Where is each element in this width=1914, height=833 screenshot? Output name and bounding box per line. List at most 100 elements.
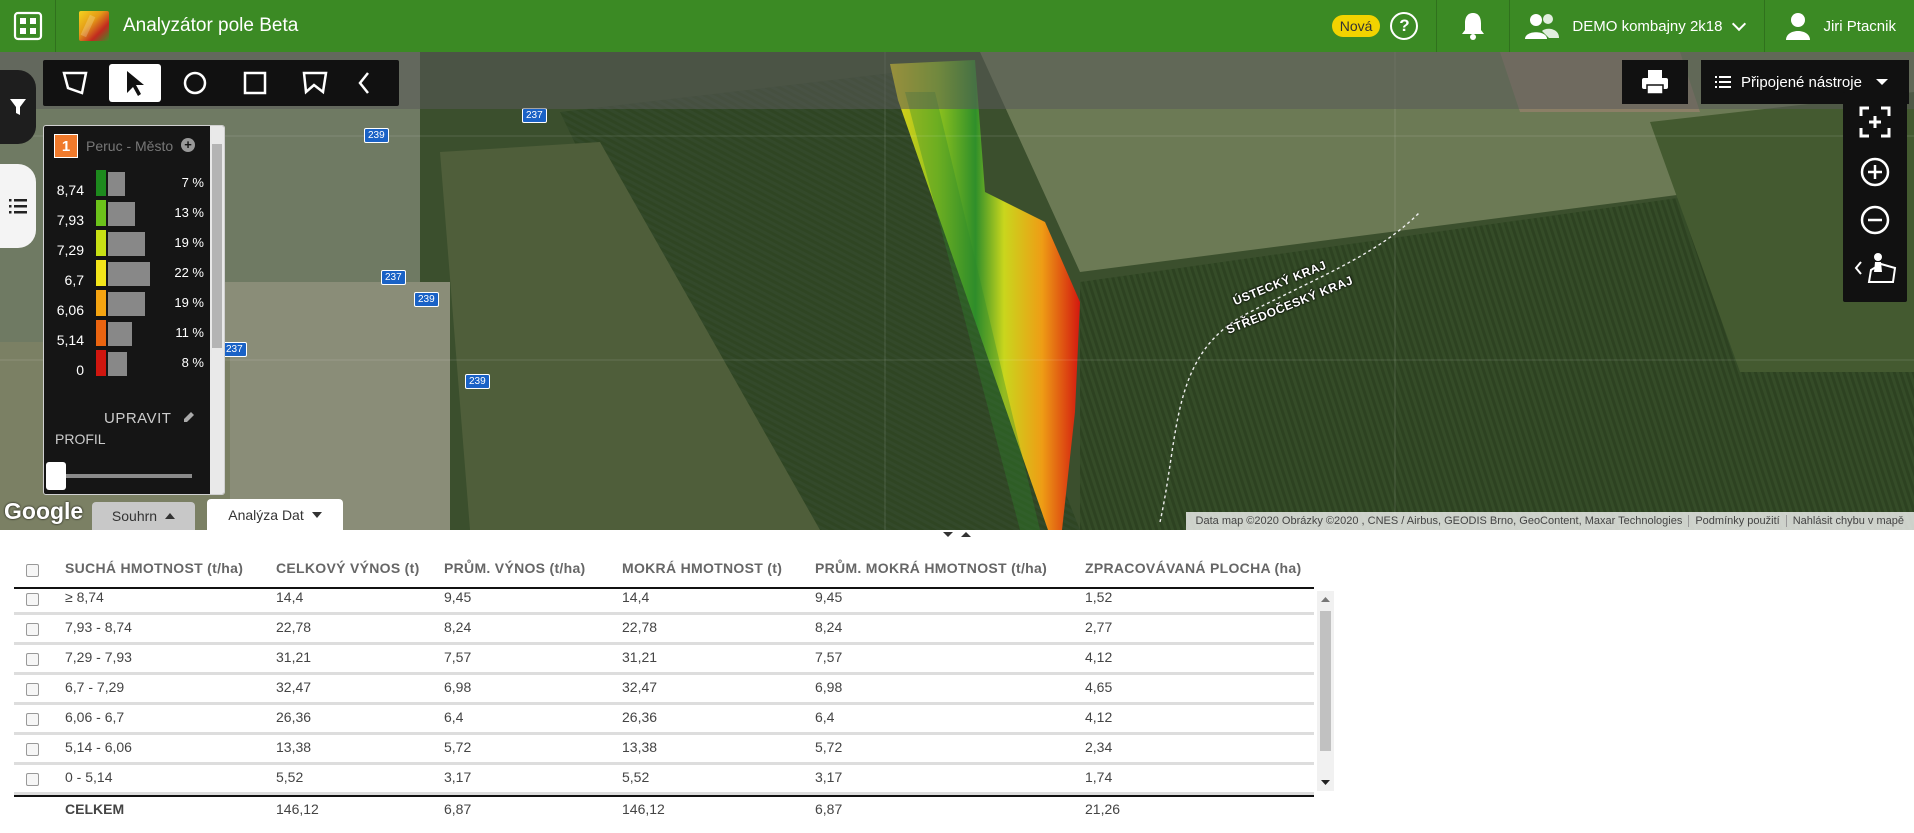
legend-color-swatch xyxy=(96,230,106,256)
table-header: SUCHÁ HMOTNOST (t/ha) CELKOVÝ VÝNOS (t) … xyxy=(14,551,1314,589)
table-cell: 0 - 5,14 xyxy=(65,769,113,785)
row-checkbox[interactable] xyxy=(26,593,39,606)
table-cell: 9,45 xyxy=(815,589,843,605)
table-cell: 5,72 xyxy=(815,739,843,755)
table-row[interactable]: 0 - 5,14 5,52 3,17 5,52 3,17 1,74 xyxy=(14,765,1314,795)
fullscreen-button[interactable] xyxy=(1843,98,1907,146)
list-panel-toggle[interactable] xyxy=(0,164,36,248)
table-row[interactable]: ≥ 8,74 14,4 9,45 14,4 9,45 1,52 xyxy=(14,585,1314,615)
map-view[interactable]: 239 237 237 239 237 239 ÚSTECKÝ KRAJ STŘ… xyxy=(0,52,1914,530)
satellite-imagery xyxy=(0,52,1914,530)
tool-collapse[interactable] xyxy=(349,64,379,102)
column-header[interactable]: SUCHÁ HMOTNOST (t/ha) xyxy=(65,560,243,576)
table-row[interactable]: 7,93 - 8,74 22,78 8,24 22,78 8,24 2,77 xyxy=(14,615,1314,645)
tool-rectangle[interactable] xyxy=(229,64,281,102)
terms-link[interactable]: Podmínky použití xyxy=(1689,515,1787,527)
legend-row: 5,14 11 % xyxy=(44,320,214,348)
printer-icon xyxy=(1642,70,1668,95)
scroll-up-icon[interactable] xyxy=(1317,595,1334,605)
legend-percent: 7 % xyxy=(181,175,204,190)
column-header[interactable]: PRŮM. VÝNOS (t/ha) xyxy=(444,560,586,576)
attribution-data: Data map ©2020 Obrázky ©2020 , CNES / Ai… xyxy=(1190,515,1690,527)
table-scrollbar[interactable] xyxy=(1317,591,1334,791)
edit-legend-button[interactable]: UPRAVIT xyxy=(104,410,196,427)
user-menu[interactable]: Jiri Ptacnik xyxy=(1765,0,1914,52)
row-checkbox[interactable] xyxy=(26,653,39,666)
tab-data-analysis[interactable]: Analýza Dat xyxy=(207,499,343,530)
yield-legend-panel: 1 Peruc - Město + 8,74 7 % 7,93 13 % 7,29 19 … xyxy=(43,125,225,495)
filter-icon xyxy=(10,99,26,115)
table-row[interactable]: 6,06 - 6,7 26,36 6,4 26,36 6,4 4,12 xyxy=(14,705,1314,735)
road-number: 237 xyxy=(222,342,247,357)
legend-scrollbar[interactable] xyxy=(210,126,224,494)
row-checkbox[interactable] xyxy=(26,683,39,696)
legend-row: 7,93 13 % xyxy=(44,200,214,228)
total-label: CELKEM xyxy=(65,801,125,817)
panel-splitter[interactable] xyxy=(0,530,1914,539)
add-icon[interactable]: + xyxy=(181,138,195,152)
tool-select[interactable] xyxy=(109,64,161,102)
filter-panel-toggle[interactable] xyxy=(0,70,36,144)
total-cell: 146,12 xyxy=(276,801,319,817)
table-cell: 32,47 xyxy=(276,679,312,695)
street-view-button[interactable] xyxy=(1843,244,1907,292)
table-cell: 2,34 xyxy=(1085,739,1113,755)
table-cell: 31,21 xyxy=(276,649,312,665)
google-logo: Google xyxy=(4,498,84,524)
list-icon xyxy=(9,199,27,214)
circle-icon xyxy=(183,71,207,95)
map-attribution: Data map ©2020 Obrázky ©2020 , CNES / Ai… xyxy=(1185,512,1914,530)
profile-slider-track[interactable] xyxy=(56,474,192,478)
new-badge[interactable]: Nová xyxy=(1331,15,1381,37)
table-row[interactable]: 5,14 - 6,06 13,38 5,72 13,38 5,72 2,34 xyxy=(14,735,1314,765)
app-title: Analyzátor pole Beta xyxy=(123,15,299,36)
table-cell: 2,77 xyxy=(1085,619,1113,635)
drawing-toolbar xyxy=(43,60,399,106)
caret-up-icon xyxy=(165,513,176,519)
column-header[interactable]: MOKRÁ HMOTNOST (t) xyxy=(622,560,782,576)
row-checkbox[interactable] xyxy=(26,773,39,786)
legend-color-swatch xyxy=(96,350,106,376)
road-number: 237 xyxy=(381,270,406,285)
scroll-down-icon[interactable] xyxy=(1317,777,1334,787)
pencil-icon xyxy=(183,412,194,422)
tool-field[interactable] xyxy=(49,64,101,102)
user-name: Jiri Ptacnik xyxy=(1823,17,1896,35)
zoom-in-button[interactable] xyxy=(1843,148,1907,196)
table-row[interactable]: 7,29 - 7,93 31,21 7,57 31,21 7,57 4,12 xyxy=(14,645,1314,675)
table-cell: 5,14 - 6,06 xyxy=(65,739,132,755)
profile-label: PROFIL xyxy=(55,431,106,447)
row-checkbox[interactable] xyxy=(26,623,39,636)
row-checkbox[interactable] xyxy=(26,743,39,756)
legend-percent: 8 % xyxy=(181,355,204,370)
print-button[interactable] xyxy=(1622,60,1688,104)
map-zoom-controls xyxy=(1843,92,1907,302)
tab-analysis-label: Analýza Dat xyxy=(228,506,304,523)
organization-selector[interactable]: DEMO kombajny 2k18 xyxy=(1510,0,1764,52)
apps-grid-button[interactable] xyxy=(0,0,56,52)
tab-summary[interactable]: Souhrn xyxy=(92,502,195,530)
profile-slider-handle[interactable] xyxy=(46,462,66,490)
table-cell: 6,4 xyxy=(815,709,835,725)
legend-distribution-bar xyxy=(108,172,125,196)
table-scrollbar-thumb[interactable] xyxy=(1320,611,1331,751)
legend-scrollbar-thumb[interactable] xyxy=(212,144,222,348)
total-cell: 6,87 xyxy=(815,801,843,817)
caret-down-icon xyxy=(1875,79,1888,85)
tool-circle[interactable] xyxy=(169,64,221,102)
road-number: 237 xyxy=(522,108,547,123)
table-cell: 5,52 xyxy=(276,769,304,785)
notifications-button[interactable] xyxy=(1437,0,1509,52)
report-error-link[interactable]: Nahlásit chybu v mapě xyxy=(1787,515,1910,527)
select-all-checkbox[interactable] xyxy=(26,564,39,577)
row-checkbox[interactable] xyxy=(26,713,39,726)
zoom-out-button[interactable] xyxy=(1843,196,1907,244)
table-row[interactable]: 6,7 - 7,29 32,47 6,98 32,47 6,98 4,65 xyxy=(14,675,1314,705)
tool-polygon[interactable] xyxy=(289,64,341,102)
column-header[interactable]: PRŮM. MOKRÁ HMOTNOST (t/ha) xyxy=(815,560,1047,576)
user-icon xyxy=(1786,13,1811,40)
help-icon[interactable]: ? xyxy=(1390,12,1419,40)
minus-circle-icon xyxy=(1860,205,1890,235)
column-header[interactable]: ZPRACOVÁVANÁ PLOCHA (ha) xyxy=(1085,560,1301,576)
column-header[interactable]: CELKOVÝ VÝNOS (t) xyxy=(276,560,420,576)
